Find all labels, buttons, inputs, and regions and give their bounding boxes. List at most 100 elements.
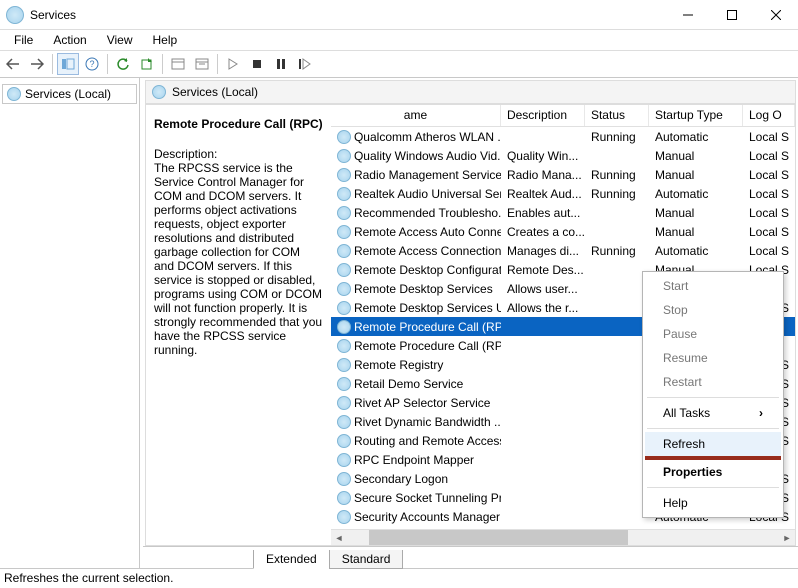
service-icon xyxy=(337,187,351,201)
service-row[interactable]: Quality Windows Audio Vid...Quality Win.… xyxy=(331,146,795,165)
service-icon xyxy=(337,244,351,258)
properties2-button[interactable] xyxy=(191,53,213,75)
start-service-button[interactable] xyxy=(222,53,244,75)
ctx-refresh[interactable]: Refresh xyxy=(645,432,781,456)
service-name: Secondary Logon xyxy=(354,472,448,486)
status-bar: Refreshes the current selection. xyxy=(0,568,798,588)
service-name: Rivet Dynamic Bandwidth ... xyxy=(354,415,501,429)
service-name: Remote Desktop Configurat... xyxy=(354,263,501,277)
help-icon[interactable]: ? xyxy=(81,53,103,75)
service-name: Remote Desktop Services U... xyxy=(354,301,501,315)
close-button[interactable] xyxy=(754,0,798,30)
service-name: Security Accounts Manager xyxy=(354,510,500,524)
service-name: Qualcomm Atheros WLAN ... xyxy=(354,130,501,144)
service-name: Retail Demo Service xyxy=(354,377,463,391)
col-status[interactable]: Status xyxy=(585,105,649,126)
service-icon xyxy=(337,415,351,429)
service-row[interactable]: Realtek Audio Universal Ser...Realtek Au… xyxy=(331,184,795,203)
maximize-button[interactable] xyxy=(710,0,754,30)
properties-button[interactable] xyxy=(167,53,189,75)
export-button[interactable] xyxy=(136,53,158,75)
service-logon: Local S xyxy=(743,206,795,220)
show-hide-tree-button[interactable] xyxy=(57,53,79,75)
main-header-label: Services (Local) xyxy=(172,85,258,99)
service-status: Running xyxy=(585,244,649,258)
col-description[interactable]: Description xyxy=(501,105,585,126)
menu-help[interactable]: Help xyxy=(143,31,188,49)
col-name[interactable]: ame xyxy=(331,105,501,126)
service-name: Routing and Remote Access xyxy=(354,434,501,448)
service-row[interactable]: Remote Access Connection...Manages di...… xyxy=(331,241,795,260)
service-startup: Manual xyxy=(649,149,743,163)
ctx-all-tasks[interactable]: All Tasks xyxy=(645,401,781,425)
description-label: Description: xyxy=(154,147,323,161)
refresh-button[interactable] xyxy=(112,53,134,75)
main-header: Services (Local) xyxy=(145,80,796,104)
service-logon: Local S xyxy=(743,187,795,201)
service-icon xyxy=(337,225,351,239)
service-name: Realtek Audio Universal Ser... xyxy=(354,187,501,201)
context-menu: Start Stop Pause Resume Restart All Task… xyxy=(642,271,784,518)
service-icon xyxy=(337,339,351,353)
back-button[interactable] xyxy=(2,53,24,75)
service-logon: Local S xyxy=(743,130,795,144)
menu-bar: File Action View Help xyxy=(0,30,798,50)
service-desc: Radio Mana... xyxy=(501,168,585,182)
toolbar: ? xyxy=(0,50,798,78)
service-name: Quality Windows Audio Vid... xyxy=(354,149,501,163)
service-icon xyxy=(337,263,351,277)
menu-view[interactable]: View xyxy=(97,31,143,49)
service-row[interactable]: Remote Access Auto Conne...Creates a co.… xyxy=(331,222,795,241)
service-name: Remote Procedure Call (RP... xyxy=(354,339,501,353)
horizontal-scrollbar[interactable]: ◄ ► xyxy=(331,529,795,545)
service-status: Running xyxy=(585,168,649,182)
pause-service-button[interactable] xyxy=(270,53,292,75)
service-row[interactable]: Radio Management ServiceRadio Mana...Run… xyxy=(331,165,795,184)
service-name: Remote Access Connection... xyxy=(354,244,501,258)
service-icon xyxy=(337,149,351,163)
nav-root[interactable]: Services (Local) xyxy=(2,84,137,104)
menu-file[interactable]: File xyxy=(4,31,43,49)
app-icon xyxy=(6,6,24,24)
ctx-properties[interactable]: Properties xyxy=(645,460,781,484)
stop-service-button[interactable] xyxy=(246,53,268,75)
service-logon: Local S xyxy=(743,244,795,258)
menu-action[interactable]: Action xyxy=(43,31,96,49)
tab-standard[interactable]: Standard xyxy=(329,550,404,569)
title-bar: Services xyxy=(0,0,798,30)
ctx-help[interactable]: Help xyxy=(645,491,781,515)
nav-tree: Services (Local) xyxy=(0,78,140,568)
service-logon: Local S xyxy=(743,149,795,163)
svg-text:?: ? xyxy=(89,59,94,69)
ctx-resume[interactable]: Resume xyxy=(645,346,781,370)
minimize-button[interactable] xyxy=(666,0,710,30)
services-icon xyxy=(7,87,21,101)
main: Services (Local) Remote Procedure Call (… xyxy=(140,78,798,568)
ctx-restart[interactable]: Restart xyxy=(645,370,781,394)
service-desc: Allows the r... xyxy=(501,301,585,315)
service-startup: Manual xyxy=(649,168,743,182)
service-icon xyxy=(337,434,351,448)
service-icon xyxy=(337,301,351,315)
service-name: Remote Procedure Call (RPC xyxy=(354,320,501,334)
ctx-stop[interactable]: Stop xyxy=(645,298,781,322)
ctx-pause[interactable]: Pause xyxy=(645,322,781,346)
tab-extended[interactable]: Extended xyxy=(253,550,330,569)
restart-service-button[interactable] xyxy=(294,53,316,75)
service-desc: Quality Win... xyxy=(501,149,585,163)
col-logon[interactable]: Log O xyxy=(743,105,795,126)
service-icon xyxy=(337,320,351,334)
column-headers: ame Description Status Startup Type Log … xyxy=(331,105,795,127)
status-text: Refreshes the current selection. xyxy=(4,571,173,585)
service-row[interactable]: Qualcomm Atheros WLAN ...RunningAutomati… xyxy=(331,127,795,146)
service-name: Rivet AP Selector Service xyxy=(354,396,491,410)
service-name: Recommended Troublesho... xyxy=(354,206,501,220)
col-startup[interactable]: Startup Type xyxy=(649,105,743,126)
service-row[interactable]: Recommended Troublesho...Enables aut...M… xyxy=(331,203,795,222)
services-icon xyxy=(152,85,166,99)
ctx-start[interactable]: Start xyxy=(645,274,781,298)
service-icon xyxy=(337,472,351,486)
service-desc: Allows user... xyxy=(501,282,585,296)
forward-button[interactable] xyxy=(26,53,48,75)
view-tabs: Extended Standard xyxy=(143,546,798,568)
